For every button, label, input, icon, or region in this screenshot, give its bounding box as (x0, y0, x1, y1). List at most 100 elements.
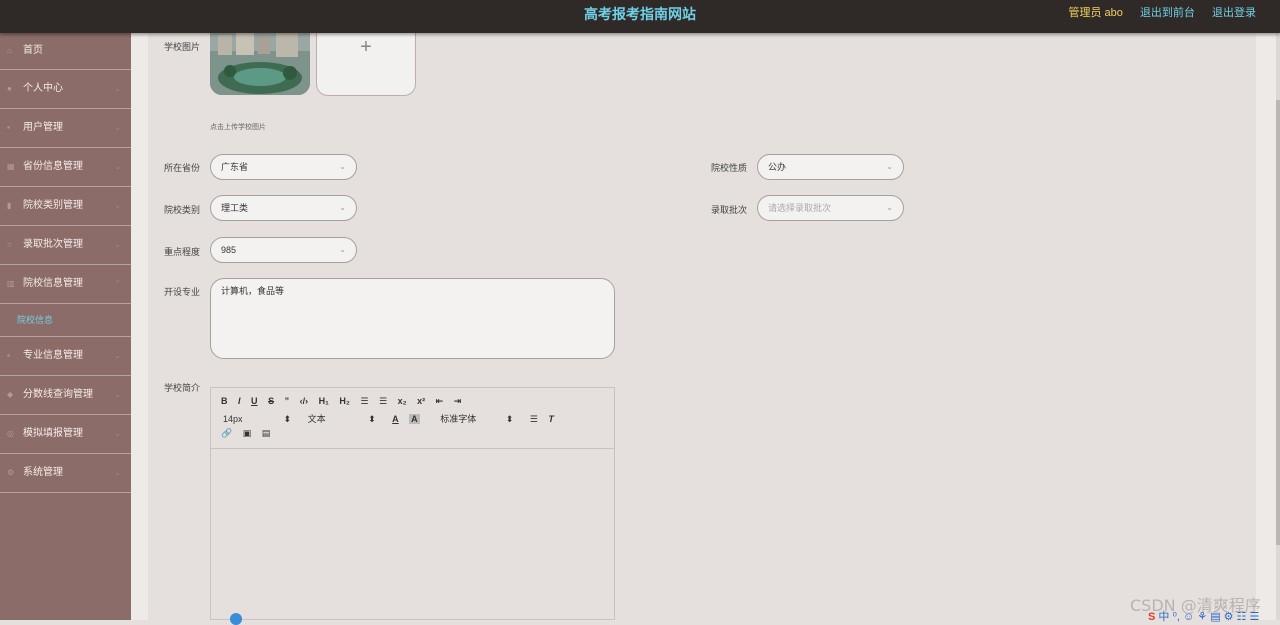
sort-icon: ⬍ (368, 414, 376, 424)
intro-label: 学校简介 (164, 383, 201, 393)
quote-button[interactable]: ” (285, 396, 290, 406)
sidebar-item-label: 院校信息管理 (23, 278, 83, 289)
sidebar-item-score-query[interactable]: ◆ 分数线查询管理 ⌄ (0, 376, 131, 415)
chevron-down-icon: ⌄ (339, 203, 346, 212)
bold-button[interactable]: B (221, 396, 228, 406)
rich-text-editor: B I U S ” ‹/› H₁ H₂ ☰ ☰ x₂ x² ⇤ ⇥ 14px ⬍… (210, 387, 615, 620)
image-icon[interactable]: ▣ (243, 428, 252, 439)
category-label: 院校类别 (164, 205, 201, 215)
font-family-select[interactable]: 标准字体 (440, 412, 495, 425)
level-value: 985 (221, 245, 237, 255)
document-icon: ▮ (7, 201, 12, 210)
chevron-down-icon: ⌄ (886, 162, 893, 171)
sidebar-item-label: 系统管理 (23, 467, 63, 478)
sidebar-item-home[interactable]: ⌂ 首页 (0, 33, 131, 70)
outdent-button[interactable]: ⇤ (436, 396, 444, 407)
sidebar-item-label: 个人中心 (23, 83, 63, 94)
category-select[interactable]: 理工类 ⌄ (210, 195, 357, 221)
ime-toolbar[interactable]: S 中 ⁰, ☺ ⚘ ▤ ⚙ ☷ ☰ (1148, 608, 1259, 624)
code-button[interactable]: ‹/› (300, 396, 309, 406)
chevron-down-icon: ⌄ (114, 468, 121, 477)
gear-icon: ⚙ (7, 468, 15, 477)
h2-button[interactable]: H₂ (339, 396, 350, 406)
sidebar-item-user-management[interactable]: ▪ 用户管理 ⌄ (0, 109, 131, 148)
batch-select[interactable]: 请选择录取批次 ⌄ (757, 195, 904, 221)
align-icon[interactable]: ☰ (530, 414, 538, 425)
nature-select[interactable]: 公办 ⌄ (757, 154, 904, 180)
shield-icon: ◆ (7, 390, 14, 399)
chevron-up-icon: ⌃ (114, 279, 121, 288)
sidebar-item-label: 首页 (23, 45, 43, 56)
nature-label: 院校性质 (711, 163, 748, 173)
font-color-icon[interactable]: A (392, 414, 399, 424)
font-size-select[interactable]: 14px (223, 414, 273, 424)
province-select[interactable]: 广东省 ⌄ (210, 154, 357, 180)
batch-label: 录取批次 (711, 205, 748, 215)
province-value: 广东省 (221, 162, 249, 172)
sort-icon: ⬍ (283, 414, 292, 424)
chevron-down-icon: ⌄ (114, 429, 121, 438)
strike-button[interactable]: S (268, 396, 274, 406)
toolbar-row-insert: 🔗 ▣ ▤ (221, 428, 278, 439)
sidebar-item-label: 模拟填报管理 (23, 428, 83, 439)
top-links: 管理员 abo 退出到前台 退出登录 (1054, 0, 1256, 27)
plus-icon: + (360, 36, 372, 58)
clear-format-icon[interactable]: T (548, 414, 554, 424)
toolbar-row-format: B I U S ” ‹/› H₁ H₂ ☰ ☰ x₂ x² ⇤ ⇥ (221, 396, 469, 407)
ime-status: 中 ⁰, ☺ ⚘ ▤ ⚙ ☷ ☰ (1158, 611, 1260, 623)
sidebar-item-major-management[interactable]: ▪ 专业信息管理 ⌄ (0, 337, 131, 376)
level-select[interactable]: 985 ⌄ (210, 237, 357, 263)
sogou-icon: S (1148, 611, 1156, 623)
sidebar-item-label: 省份信息管理 (23, 161, 83, 172)
chevron-down-icon: ⌄ (114, 390, 121, 399)
bullet-list-button[interactable]: ☰ (379, 396, 387, 407)
image-label: 学校图片 (164, 42, 201, 52)
sidebar-item-label: 院校类别管理 (23, 200, 83, 211)
chevron-down-icon: ⌄ (339, 245, 346, 254)
logout-link[interactable]: 退出登录 (1212, 7, 1256, 19)
italic-button[interactable]: I (238, 396, 241, 406)
back-to-front-link[interactable]: 退出到前台 (1140, 7, 1195, 19)
resize-handle-icon[interactable] (230, 613, 242, 625)
chevron-down-icon: ⌄ (114, 84, 121, 93)
sidebar-item-school-management[interactable]: ▥ 院校信息管理 ⌃ (0, 265, 131, 304)
building-icon: ▥ (7, 279, 15, 288)
top-bar: 高考报考指南网站 管理员 abo 退出到前台 退出登录 (0, 0, 1280, 33)
video-icon[interactable]: ▤ (262, 428, 271, 439)
upload-hint: 点击上传学校图片 (210, 124, 266, 131)
batch-placeholder: 请选择录取批次 (768, 203, 832, 213)
sidebar-item-personal-center[interactable]: ● 个人中心 ⌄ (0, 70, 131, 109)
underline-button[interactable]: U (251, 396, 258, 406)
home-icon: ⌂ (7, 46, 12, 55)
superscript-button[interactable]: x² (417, 396, 425, 406)
school-image-thumbnail[interactable] (210, 33, 310, 95)
subscript-button[interactable]: x₂ (398, 396, 407, 406)
chevron-down-icon: ⌄ (114, 162, 121, 171)
indent-button[interactable]: ⇥ (454, 396, 462, 407)
sidebar-item-batch-management[interactable]: ○ 录取批次管理 ⌄ (0, 226, 131, 265)
h1-button[interactable]: H₁ (319, 396, 329, 406)
sidebar-item-label: 录取批次管理 (23, 239, 83, 250)
sidebar-item-category-management[interactable]: ▮ 院校类别管理 ⌄ (0, 187, 131, 226)
ordered-list-button[interactable]: ☰ (360, 396, 368, 407)
scrollbar-thumb[interactable] (1276, 100, 1280, 545)
majors-textarea[interactable]: 计算机，食品等 (210, 278, 615, 359)
link-icon[interactable]: 🔗 (221, 428, 232, 439)
image-upload-button[interactable]: + (316, 33, 416, 96)
sidebar-subitem-school-info[interactable]: 院校信息 (0, 304, 131, 337)
chevron-down-icon: ⌄ (886, 203, 893, 212)
nature-value: 公办 (768, 162, 787, 172)
list-icon: ▪ (7, 123, 10, 132)
sidebar-item-label: 分数线查询管理 (23, 389, 93, 400)
text-style-select[interactable]: 文本 (308, 412, 358, 425)
background-color-icon[interactable]: A (409, 414, 420, 424)
toolbar-row-select: 14px ⬍ 文本 ⬍ A A 标准字体 ⬍ ☰ T (223, 412, 562, 425)
chevron-down-icon: ⌄ (114, 201, 121, 210)
sidebar-item-simulation[interactable]: ◎ 模拟填报管理 ⌄ (0, 415, 131, 454)
sidebar-item-system[interactable]: ⚙ 系统管理 ⌄ (0, 454, 131, 493)
target-icon: ◎ (7, 429, 14, 438)
user-icon: ● (7, 84, 12, 93)
clock-icon: ○ (7, 240, 12, 249)
chevron-down-icon: ⌄ (114, 240, 121, 249)
sidebar-item-province-management[interactable]: ▦ 省份信息管理 ⌄ (0, 148, 131, 187)
